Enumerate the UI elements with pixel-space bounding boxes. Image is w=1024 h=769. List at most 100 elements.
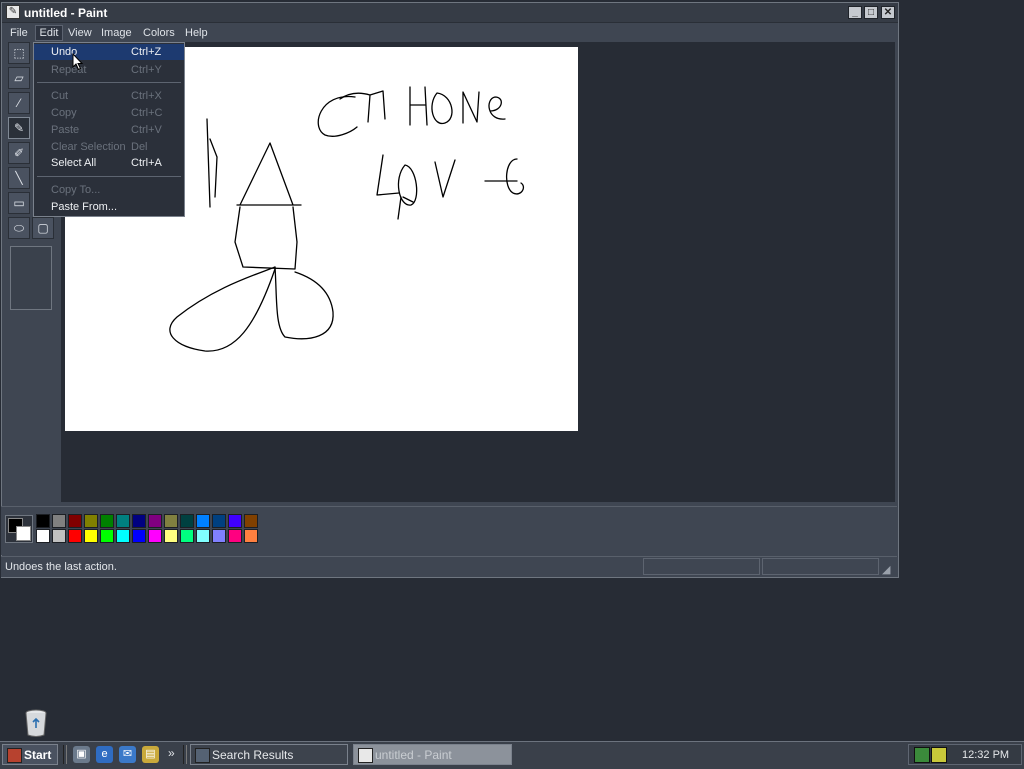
menu-item-label: Paste From... [51,201,118,213]
palette-swatch[interactable] [212,529,226,543]
palette-swatch[interactable] [132,529,146,543]
task-label: Search Results [212,748,294,762]
palette-swatch[interactable] [180,529,194,543]
menu-item-select-all[interactable]: Select All Ctrl+A [34,155,184,171]
palette-swatch[interactable] [68,529,82,543]
rounded-rect-icon[interactable]: ▢ [32,217,54,239]
palette-swatch[interactable] [196,514,210,528]
title-bar[interactable]: ✎ untitled - Paint _ □ ✕ [2,3,898,23]
palette-swatch[interactable] [100,514,114,528]
tool-options-panel[interactable] [10,246,52,310]
task-untitled-paint[interactable]: untitled - Paint [353,744,512,765]
palette-swatch[interactable] [84,529,98,543]
palette-swatch[interactable] [228,514,242,528]
palette-swatch[interactable] [212,514,226,528]
brush-icon[interactable]: ✐ [8,142,30,164]
internet-explorer-icon[interactable]: e [96,746,113,763]
palette-swatch[interactable] [52,514,66,528]
menu-separator [37,176,181,177]
menu-image[interactable]: Image [101,27,132,39]
pencil-icon[interactable]: ✎ [8,117,30,139]
edit-menu-dropdown: Undo Ctrl+Z Repeat Ctrl+Y Cut Ctrl+X Cop… [33,42,185,217]
status-text: Undoes the last action. [5,561,117,573]
palette-swatch[interactable] [132,514,146,528]
stroke-letter-n [462,91,480,124]
ellipse-icon[interactable]: ⬭ [8,217,30,239]
menu-view[interactable]: View [68,27,92,39]
menu-item-copy[interactable]: Copy Ctrl+C [34,105,184,121]
menu-item-paste[interactable]: Paste Ctrl+V [34,122,184,138]
palette-swatch[interactable] [100,529,114,543]
background-color-swatch[interactable] [16,526,31,541]
status-panel-coords [643,558,760,575]
menu-colors[interactable]: Colors [143,27,175,39]
palette-swatch[interactable] [36,514,50,528]
menu-bar: File Edit View Image Colors Help [2,23,898,43]
menu-item-label: Select All [51,157,97,169]
stroke-letter-h [409,86,428,126]
stroke-letter-e [488,96,506,120]
palette-swatch[interactable] [180,514,194,528]
menu-item-label: Paste [51,124,80,136]
palette-swatch[interactable] [116,529,130,543]
quicklaunch-more-button[interactable]: » [168,746,175,760]
palette-swatch[interactable] [228,529,242,543]
taskbar-clock[interactable]: 12:32 PM [962,749,1009,761]
menu-item-repeat[interactable]: Repeat Ctrl+Y [34,62,184,78]
menu-item-undo[interactable]: Undo Ctrl+Z [34,44,184,60]
palette-swatch[interactable] [116,514,130,528]
line-icon[interactable]: ╲ [8,167,30,189]
task-search-results[interactable]: Search Results [190,744,348,765]
show-desktop-icon[interactable]: ▣ [73,746,90,763]
search-icon [195,748,210,763]
outlook-express-icon[interactable]: ✉ [119,746,136,763]
menu-edit[interactable]: Edit [35,25,63,41]
start-button[interactable]: Start [2,744,58,765]
paint-app-icon [358,748,373,763]
menu-item-shortcut: Ctrl+A [131,157,162,169]
menu-item-copy-to[interactable]: Copy To... [34,182,184,198]
menu-item-clear-selection[interactable]: Clear Selection Del [34,139,184,155]
menu-item-paste-from[interactable]: Paste From... [34,199,184,215]
menu-separator [37,82,181,83]
palette-swatch[interactable] [244,514,258,528]
menu-item-cut[interactable]: Cut Ctrl+X [34,88,184,104]
palette-swatch[interactable] [52,529,66,543]
menu-item-shortcut: Ctrl+V [131,124,162,136]
stroke-letter-o [431,92,453,124]
stroke-left-wing [169,266,276,352]
palette-swatch[interactable] [148,529,162,543]
palette-swatch[interactable] [36,529,50,543]
menu-item-shortcut: Ctrl+X [131,90,162,102]
stroke-body [234,206,298,270]
recycle-bin-icon[interactable] [24,708,48,738]
paint-app-icon[interactable]: ✎ [6,5,20,19]
menu-help[interactable]: Help [185,27,208,39]
menu-item-shortcut: Ctrl+Z [131,46,162,58]
menu-item-shortcut: Ctrl+C [131,107,163,119]
minimize-button[interactable]: _ [848,6,862,19]
palette-swatch[interactable] [148,514,162,528]
start-label: Start [24,748,52,762]
close-button[interactable]: ✕ [881,6,895,19]
palette-swatch[interactable] [196,529,210,543]
maximize-button[interactable]: □ [864,6,878,19]
palette-swatch[interactable] [84,514,98,528]
stroke-letter-l [376,154,400,196]
palette-swatch[interactable] [164,514,178,528]
network-icon[interactable] [914,747,930,763]
stroke-tail [397,196,414,220]
color-picker-icon[interactable]: ⁄ [8,92,30,114]
taskbar-divider [183,745,187,764]
palette-swatch[interactable] [164,529,178,543]
free-select-icon[interactable]: ⬚ [8,42,30,64]
palette-swatch[interactable] [68,514,82,528]
resize-grip-icon[interactable]: ◢ [882,563,896,576]
stroke-letter-a [236,142,302,206]
rectangle-icon[interactable]: ▭ [8,192,30,214]
palette-swatch[interactable] [244,529,258,543]
eraser-icon[interactable]: ▱ [8,67,30,89]
windows-explorer-icon[interactable]: ▤ [142,746,159,763]
security-icon[interactable] [931,747,947,763]
menu-file[interactable]: File [10,27,28,39]
